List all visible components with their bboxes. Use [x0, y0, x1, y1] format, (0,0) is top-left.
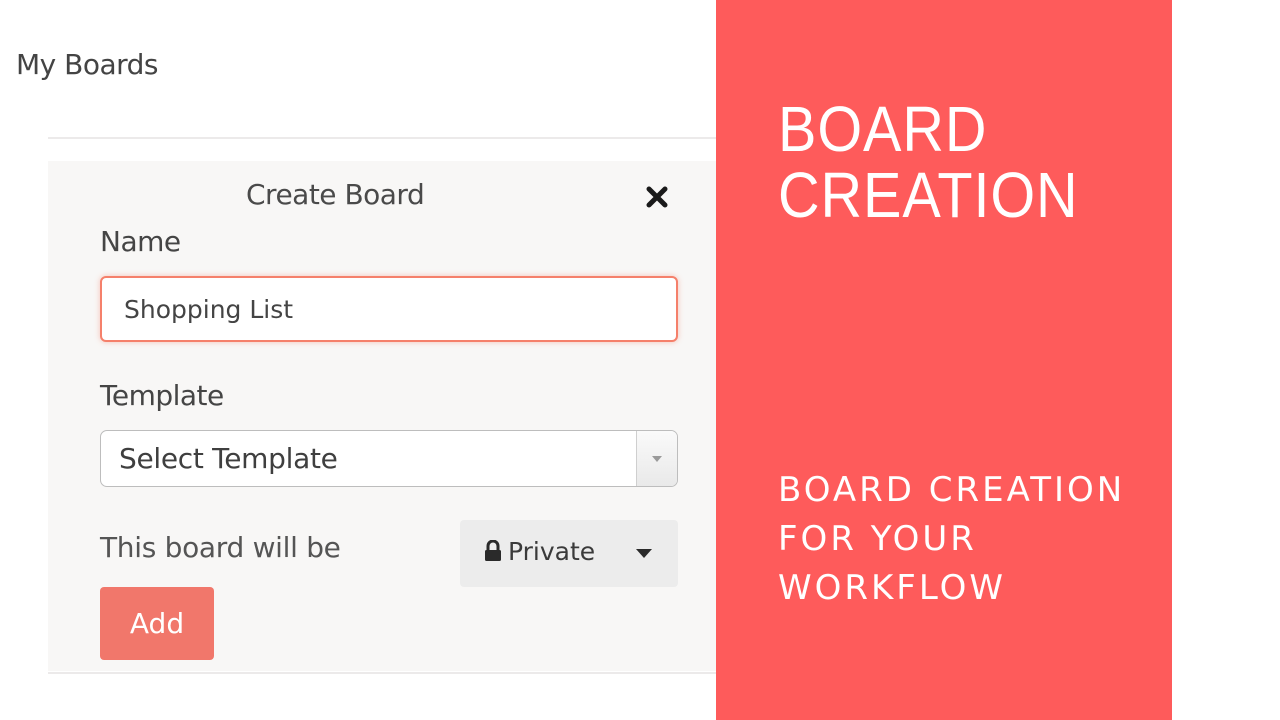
page-title: My Boards: [16, 48, 159, 81]
lock-icon: [485, 540, 501, 561]
visibility-text: This board will be: [100, 531, 341, 564]
board-name-input[interactable]: [100, 276, 678, 342]
hero-subtitle: BOARD CREATION FOR YOUR WORKFLOW: [778, 470, 1126, 608]
template-selected-value: Select Template: [119, 442, 338, 475]
hero-banner: BOARD CREATION BOARD CREATION FOR YOUR W…: [716, 0, 1172, 720]
hero-title: BOARD CREATION: [778, 93, 1079, 231]
chevron-down-icon: [652, 456, 662, 462]
name-label: Name: [100, 225, 181, 258]
select-arrow[interactable]: [636, 431, 677, 486]
template-select[interactable]: Select Template: [100, 430, 678, 487]
template-label: Template: [100, 379, 224, 412]
caret-down-icon: [636, 549, 652, 558]
divider: [48, 672, 716, 674]
privacy-label: Private: [508, 537, 596, 566]
dialog-title: Create Board: [246, 178, 425, 211]
divider: [48, 137, 716, 139]
privacy-dropdown[interactable]: Private: [460, 520, 678, 587]
close-icon[interactable]: [645, 185, 669, 209]
add-button[interactable]: Add: [100, 587, 214, 660]
